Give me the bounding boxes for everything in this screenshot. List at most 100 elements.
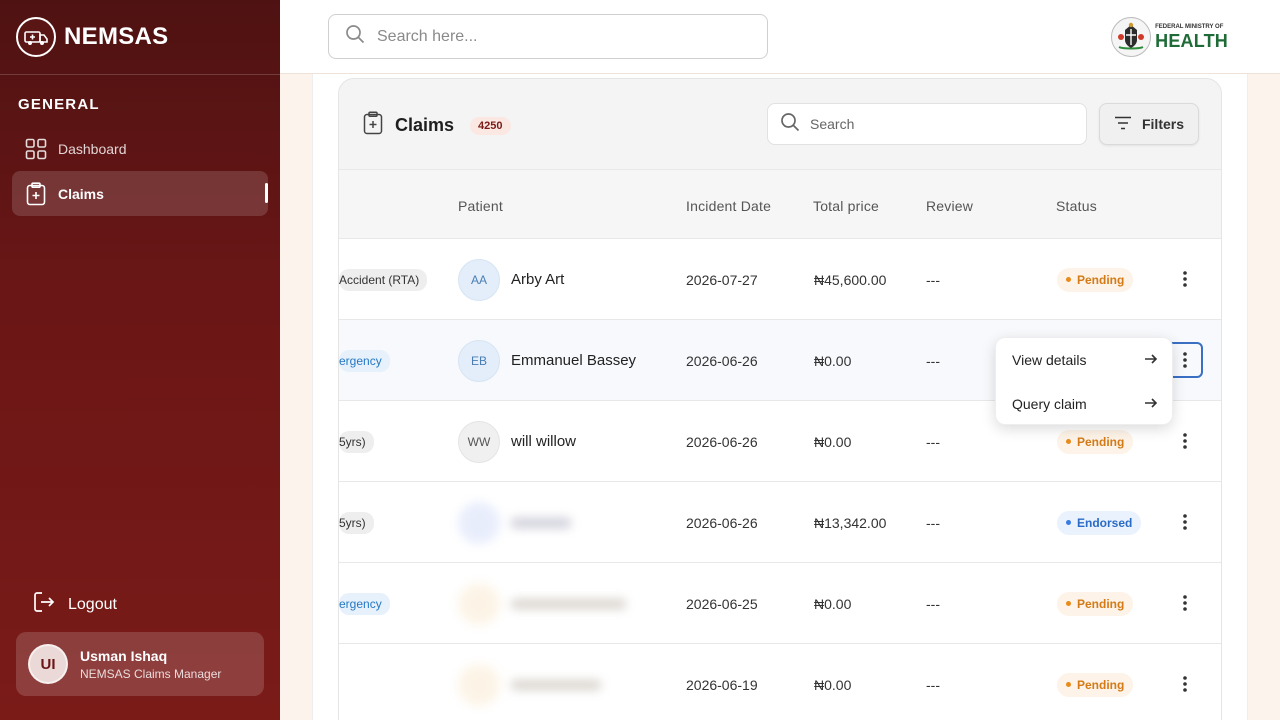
- incident-date: 2026-06-26: [686, 433, 758, 450]
- total-price: ₦0.00: [814, 676, 852, 693]
- kebab-menu-icon: [1183, 433, 1187, 449]
- sidebar-item-label: Claims: [58, 185, 104, 202]
- total-price: ₦13,342.00: [814, 514, 887, 531]
- review-value: ---: [926, 352, 940, 369]
- filter-icon: [1114, 116, 1132, 133]
- patient-name: Arby Art: [511, 271, 565, 288]
- kebab-menu-icon: [1183, 352, 1187, 368]
- search-icon: [780, 112, 800, 137]
- brand-divider: [0, 74, 280, 75]
- patient-name: Emmanuel Bassey: [511, 352, 637, 369]
- claim-type-chip: Accident (RTA): [339, 268, 428, 291]
- filters-button[interactable]: Filters: [1099, 103, 1199, 145]
- clipboard-plus-icon: [24, 181, 48, 206]
- row-actions-button[interactable]: [1167, 504, 1203, 540]
- logout-label: Logout: [68, 595, 117, 613]
- menu-item-label: View details: [1012, 352, 1087, 368]
- status-badge: Pending: [1057, 672, 1134, 697]
- column-header-patient[interactable]: Patient: [458, 198, 503, 214]
- patient-cell-blurred: [458, 644, 601, 720]
- incident-date: 2026-06-25: [686, 595, 758, 612]
- patient-cell-blurred: [458, 563, 626, 644]
- column-header-review[interactable]: Review: [926, 198, 973, 214]
- global-search[interactable]: [328, 14, 768, 59]
- menu-item-query-claim[interactable]: Query claim: [1012, 394, 1158, 414]
- user-info: Usman Ishaq NEMSAS Claims Manager: [80, 648, 221, 681]
- review-value: ---: [926, 676, 940, 693]
- avatar: UI: [28, 644, 68, 684]
- ambulance-logo-icon: [16, 17, 56, 57]
- total-price: ₦0.00: [814, 433, 852, 450]
- page-title: Claims 4250: [363, 111, 511, 140]
- row-actions-button[interactable]: [1167, 585, 1203, 621]
- logout-icon: [32, 590, 56, 619]
- sidebar-item-claims[interactable]: Claims: [12, 171, 268, 216]
- arrow-right-icon: [1144, 396, 1158, 412]
- menu-item-label: Query claim: [1012, 396, 1087, 412]
- brand-name: NEMSAS: [64, 23, 169, 50]
- logout-button[interactable]: Logout: [32, 590, 117, 619]
- row-actions-button[interactable]: [1167, 423, 1203, 459]
- coat-of-arms-icon: [1111, 17, 1152, 57]
- total-price: ₦0.00: [814, 352, 852, 369]
- filters-label: Filters: [1141, 116, 1184, 132]
- kebab-menu-icon: [1183, 595, 1187, 611]
- table-row[interactable]: 5yrs) 2026-06-26 ₦13,342.00 --- Endorsed: [339, 482, 1221, 563]
- clipboard-plus-icon: [363, 111, 383, 140]
- review-value: ---: [926, 514, 940, 531]
- claims-header: Claims 4250 Filters: [339, 79, 1221, 169]
- claim-type-chip: ergency: [339, 349, 390, 372]
- ministry-logo: FEDERAL MINISTRY OF HEALTH: [1111, 17, 1228, 57]
- arrow-right-icon: [1144, 352, 1158, 368]
- ministry-small-text: FEDERAL MINISTRY OF: [1155, 24, 1224, 30]
- review-value: ---: [926, 595, 940, 612]
- claims-search-input[interactable]: [810, 116, 1070, 132]
- column-header-total-price[interactable]: Total price: [813, 198, 879, 214]
- total-price: ₦45,600.00: [814, 271, 887, 288]
- table-header: Patient Incident Date Total price Review…: [339, 169, 1221, 239]
- row-actions-button[interactable]: [1167, 666, 1203, 702]
- status-badge: Pending: [1057, 429, 1134, 454]
- search-input[interactable]: [377, 27, 747, 46]
- kebab-menu-icon: [1183, 271, 1187, 287]
- search-icon: [345, 24, 365, 49]
- sidebar: NEMSAS GENERAL Dashboard Claims Logout U…: [0, 0, 280, 720]
- table-row[interactable]: ergency 2026-06-25 ₦0.00 --- Pending: [339, 563, 1221, 644]
- kebab-menu-icon: [1183, 514, 1187, 530]
- total-price: ₦0.00: [814, 595, 852, 612]
- avatar: AA: [458, 258, 500, 301]
- table-row[interactable]: 2026-06-19 ₦0.00 --- Pending: [339, 644, 1221, 720]
- avatar: EB: [458, 339, 500, 382]
- claims-count-badge: 4250: [470, 116, 511, 135]
- claims-search[interactable]: [767, 103, 1087, 145]
- claim-type-chip: 5yrs): [339, 511, 374, 534]
- column-header-status[interactable]: Status: [1056, 198, 1097, 214]
- avatar: WW: [458, 420, 500, 463]
- column-header-incident-date[interactable]: Incident Date: [686, 198, 771, 214]
- kebab-menu-icon: [1183, 676, 1187, 692]
- row-actions-menu: View details Query claim: [995, 337, 1173, 425]
- status-badge: Pending: [1057, 267, 1134, 292]
- active-indicator: [265, 183, 268, 203]
- review-value: ---: [926, 271, 940, 288]
- user-card[interactable]: UI Usman Ishaq NEMSAS Claims Manager: [16, 632, 264, 696]
- claims-title: Claims: [395, 115, 455, 135]
- incident-date: 2026-06-26: [686, 352, 758, 369]
- menu-item-view-details[interactable]: View details: [1012, 350, 1158, 370]
- patient-cell-blurred: [458, 482, 571, 563]
- incident-date: 2026-06-26: [686, 514, 758, 531]
- brand[interactable]: NEMSAS: [16, 17, 168, 57]
- incident-date: 2026-06-19: [686, 676, 758, 693]
- table-row[interactable]: Accident (RTA) AA Arby Art 2026-07-27 ₦4…: [339, 239, 1221, 320]
- patient-name: will willow: [511, 433, 577, 450]
- user-name: Usman Ishaq: [80, 647, 168, 664]
- sidebar-item-dashboard[interactable]: Dashboard: [12, 126, 268, 171]
- claim-type-chip: ergency: [339, 592, 390, 615]
- review-value: ---: [926, 433, 940, 450]
- row-actions-button[interactable]: [1167, 261, 1203, 297]
- grid-icon: [24, 137, 48, 161]
- section-label-general: GENERAL: [18, 96, 100, 113]
- user-role: NEMSAS Claims Manager: [80, 666, 222, 681]
- incident-date: 2026-07-27: [686, 271, 758, 288]
- claim-type-chip: 5yrs): [339, 430, 374, 453]
